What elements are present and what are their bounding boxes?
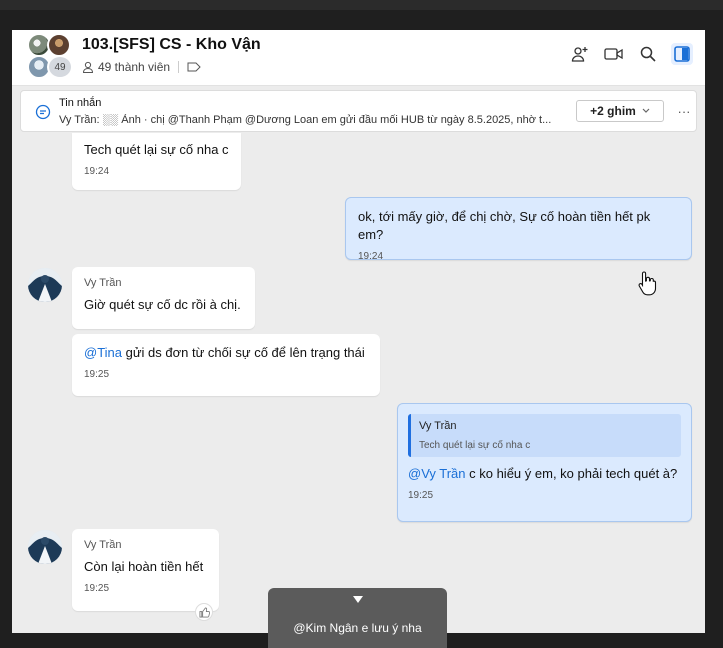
sender-name: Vy Trần <box>84 539 122 551</box>
chat-bubble-icon <box>35 104 51 120</box>
conversation-header: 49 103.[SFS] CS - Kho Vận 49 thành viên <box>12 30 705 86</box>
message-text: Còn lại hoàn tiền hết <box>84 559 204 574</box>
message-time: 19:24 <box>84 166 110 177</box>
member-avatar <box>47 33 71 57</box>
my-message-bubble[interactable]: ok, tới mấy giờ, để chị chờ, Sự cố hoàn … <box>345 197 692 262</box>
search-icon[interactable] <box>637 43 659 65</box>
pinned-count-button[interactable]: +2 ghim <box>576 100 664 122</box>
message-text: Giờ quét sự cố dc rồi à chị. <box>84 297 241 312</box>
sender-avatar[interactable] <box>28 530 62 564</box>
user-icon <box>82 61 94 73</box>
sender-name: Vy Trần <box>84 277 122 289</box>
pinned-text: Vy Trần: ░░ Ảnh · chị @Thanh Phạm @Dương… <box>59 114 552 126</box>
toast-text: @Kim Ngân e lưu ý nha <box>293 621 422 635</box>
mention-link[interactable]: @Vy Trần <box>408 466 466 481</box>
message-text: @Vy Trần c ko hiểu ý em, ko phải tech qu… <box>408 465 681 483</box>
my-message-bubble[interactable]: Vy Trần Tech quét lại sự cố nha c @Vy Tr… <box>397 403 692 522</box>
video-call-icon[interactable] <box>603 43 625 65</box>
arrow-down-icon <box>352 596 363 603</box>
quoted-text: Tech quét lại sự cố nha c <box>419 440 531 451</box>
message-bubble[interactable]: Vy Trần Còn lại hoàn tiền hết 19:25 <box>72 529 219 611</box>
divider <box>178 61 180 73</box>
message-time: 19:24 <box>358 251 384 262</box>
top-bar <box>0 0 723 10</box>
message-text: @Tina gửi ds đơn từ chối sự cố để lên tr… <box>84 344 368 362</box>
pinned-title: Tin nhắn <box>59 97 102 109</box>
message-time: 19:25 <box>84 583 110 594</box>
pinned-message-bar[interactable]: Tin nhắn Vy Trần: ░░ Ảnh · chị @Thanh Ph… <box>20 90 697 132</box>
user-add-icon[interactable] <box>569 43 591 65</box>
message-text: ok, tới mấy giờ, để chị chờ, Sự cố hoàn … <box>358 209 651 242</box>
pinned-count-label: +2 ghim <box>590 104 636 118</box>
member-count-badge: 49 <box>47 55 73 79</box>
message-body: c ko hiểu ý em, ko phải tech quét à? <box>465 466 678 481</box>
message-bubble[interactable]: Tech quét lại sự cố nha c 19:24 <box>72 133 241 190</box>
members-info[interactable]: 49 thành viên <box>82 60 201 74</box>
message-text: Tech quét lại sự cố nha c <box>84 142 229 157</box>
pointer-hand-icon <box>638 271 657 296</box>
sender-avatar[interactable] <box>28 268 62 302</box>
message-body: gửi ds đơn từ chối sự cố để lên trạng th… <box>122 345 365 360</box>
sidebar-toggle-icon[interactable] <box>671 43 693 65</box>
message-bubble[interactable]: Vy Trần Giờ quét sự cố dc rồi à chị. <box>72 267 255 329</box>
mention-link[interactable]: @Tina <box>84 345 122 360</box>
message-bubble[interactable]: @Tina gửi ds đơn từ chối sự cố để lên tr… <box>72 334 380 396</box>
members-label: 49 thành viên <box>98 60 171 74</box>
quoted-message[interactable]: Vy Trần Tech quét lại sự cố nha c <box>408 414 681 457</box>
group-title[interactable]: 103.[SFS] CS - Kho Vận <box>82 36 261 54</box>
quoted-sender: Vy Trần <box>419 420 457 432</box>
chevron-down-icon <box>642 108 650 113</box>
chat-window: 49 103.[SFS] CS - Kho Vận 49 thành viên <box>12 30 705 633</box>
new-message-toast[interactable]: @Kim Ngân e lưu ý nha <box>268 588 447 648</box>
message-time: 19:25 <box>408 490 434 501</box>
message-time: 19:25 <box>84 369 110 380</box>
thumbs-up-icon[interactable] <box>195 603 213 621</box>
tag-icon[interactable] <box>187 61 201 73</box>
group-avatar[interactable]: 49 <box>27 33 73 79</box>
more-options-button[interactable]: ··· <box>676 100 692 122</box>
